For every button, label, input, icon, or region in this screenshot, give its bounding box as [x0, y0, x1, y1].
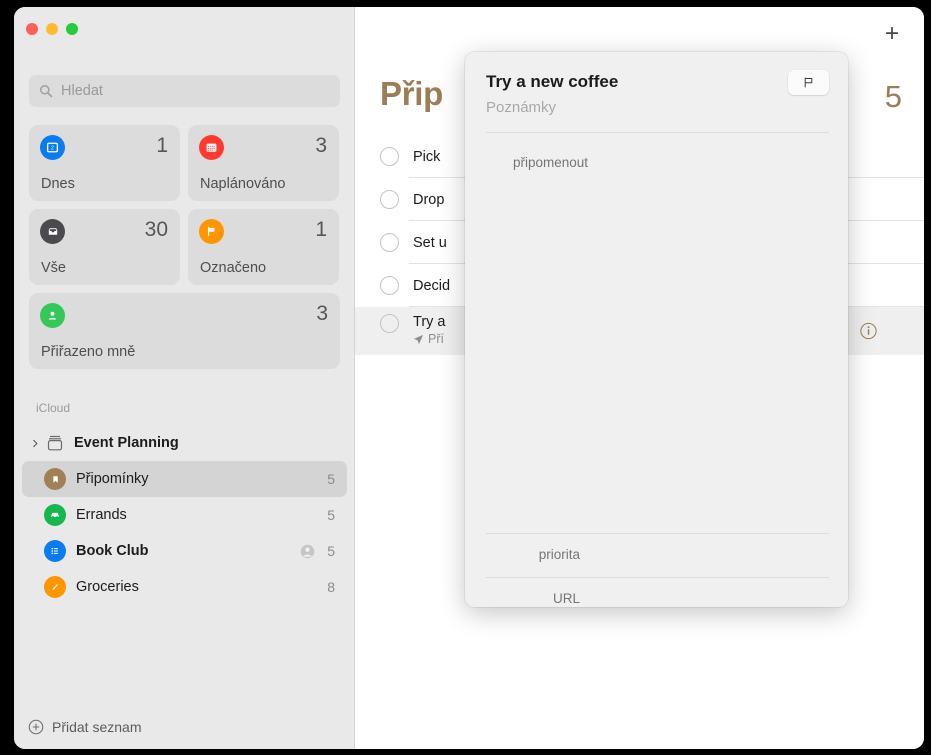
complete-checkbox[interactable] — [380, 233, 399, 252]
screen: Hledat 2 1 Dnes 3 Naplánováno 30 Vše 1 O… — [0, 0, 931, 755]
flagged-count: 1 — [315, 218, 327, 241]
flagged-label: Označeno — [200, 260, 267, 276]
smart-list-scheduled[interactable]: 3 Naplánováno — [188, 125, 339, 201]
shared-person-icon — [300, 544, 315, 558]
svg-text:2: 2 — [51, 146, 54, 152]
user-lists: Event Planning Připomínky 5 Errands 5 Bo… — [22, 425, 347, 605]
reminder-title: Try a — [413, 314, 446, 330]
person-icon — [40, 303, 65, 328]
car-icon — [44, 504, 66, 526]
today-calendar-icon: 2 — [40, 135, 65, 160]
close-button[interactable] — [26, 23, 38, 35]
plus-circle-icon — [28, 719, 44, 735]
list-icon — [44, 540, 66, 562]
url-label: URL — [552, 591, 580, 606]
sidebar-item-label: Připomínky — [76, 471, 149, 487]
scheduled-label: Naplánováno — [200, 176, 286, 192]
sidebar-item-errands[interactable]: Errands 5 — [22, 497, 347, 533]
reminder-title: Set u — [413, 234, 447, 251]
search-field[interactable]: Hledat — [29, 75, 340, 107]
popover-divider — [486, 577, 829, 578]
list-group-label: Event Planning — [74, 435, 179, 451]
assigned-label: Přiřazeno mně — [41, 344, 136, 360]
page-title: Přip — [380, 75, 443, 112]
sidebar-item-label: Errands — [76, 507, 127, 523]
add-reminder-button[interactable]: + — [880, 22, 904, 46]
info-button[interactable] — [860, 322, 877, 340]
smart-list-all[interactable]: 30 Vše — [29, 209, 180, 285]
reminder-title: Drop — [413, 191, 445, 208]
add-list-label: Přidat seznam — [52, 719, 142, 735]
smart-list-today[interactable]: 2 1 Dnes — [29, 125, 180, 201]
smart-lists-grid: 2 1 Dnes 3 Naplánováno 30 Vše 1 Označeno… — [29, 125, 340, 369]
reminder-location-subtitle: Pří — [413, 332, 446, 346]
complete-checkbox[interactable] — [380, 276, 399, 295]
scheduled-calendar-icon — [199, 135, 224, 160]
popover-divider — [486, 132, 829, 133]
all-label: Vše — [41, 260, 66, 276]
search-placeholder: Hledat — [61, 83, 103, 99]
assigned-count: 3 — [316, 302, 328, 325]
complete-checkbox[interactable] — [380, 147, 399, 166]
search-icon — [40, 85, 53, 98]
location-arrow-icon — [413, 334, 424, 344]
sidebar-item-label: Book Club — [76, 543, 149, 559]
today-count: 1 — [156, 134, 168, 157]
popover-title: Try a new coffee — [486, 72, 619, 91]
minimize-button[interactable] — [46, 23, 58, 35]
sidebar-item-groceries[interactable]: Groceries 8 — [22, 569, 347, 605]
window-traffic-lights — [26, 23, 78, 35]
sidebar-item-count: 5 — [327, 543, 335, 559]
list-group-event-planning[interactable]: Event Planning — [22, 425, 347, 461]
sidebar: Hledat 2 1 Dnes 3 Naplánováno 30 Vše 1 O… — [14, 7, 355, 749]
chevron-right-icon[interactable] — [28, 439, 42, 448]
smart-list-flagged[interactable]: 1 Označeno — [188, 209, 339, 285]
reminder-title: Decid — [413, 277, 451, 294]
sidebar-item-book-club[interactable]: Book Club 5 — [22, 533, 347, 569]
popover-divider — [486, 533, 829, 534]
reminder-location-text: Pří — [428, 332, 444, 346]
sidebar-item-count: 8 — [327, 579, 335, 595]
scheduled-count: 3 — [315, 134, 327, 157]
today-label: Dnes — [41, 176, 75, 192]
carrot-icon — [44, 576, 66, 598]
smart-list-assigned-to-me[interactable]: 3 Přiřazeno mně — [29, 293, 340, 369]
flag-button[interactable] — [788, 70, 829, 95]
reminder-title: Pick — [413, 148, 441, 165]
notes-field[interactable]: Poznámky — [486, 99, 556, 116]
remind-label: připomenout — [512, 155, 588, 170]
zoom-button[interactable] — [66, 23, 78, 35]
complete-checkbox[interactable] — [380, 314, 399, 333]
flag-icon — [804, 77, 813, 88]
sidebar-item-count: 5 — [327, 507, 335, 523]
bookmark-icon — [44, 468, 66, 490]
sidebar-item-count: 5 — [327, 471, 335, 487]
flag-icon — [199, 219, 224, 244]
reminders-window: Hledat 2 1 Dnes 3 Naplánováno 30 Vše 1 O… — [14, 7, 924, 749]
all-count: 30 — [144, 218, 168, 241]
sidebar-item-label: Groceries — [76, 579, 139, 595]
sidebar-item-pripominky[interactable]: Připomínky 5 — [22, 461, 347, 497]
section-header-icloud: iCloud — [36, 401, 71, 415]
add-list-button[interactable]: Přidat seznam — [28, 719, 141, 735]
reminder-detail-popover: Try a new coffee Poznámky připomenout V … — [465, 52, 848, 607]
folder-icon — [44, 432, 66, 454]
complete-checkbox[interactable] — [380, 190, 399, 209]
priority-label: priorita — [538, 547, 580, 562]
page-count: 5 — [884, 79, 902, 114]
all-inbox-icon — [40, 219, 65, 244]
